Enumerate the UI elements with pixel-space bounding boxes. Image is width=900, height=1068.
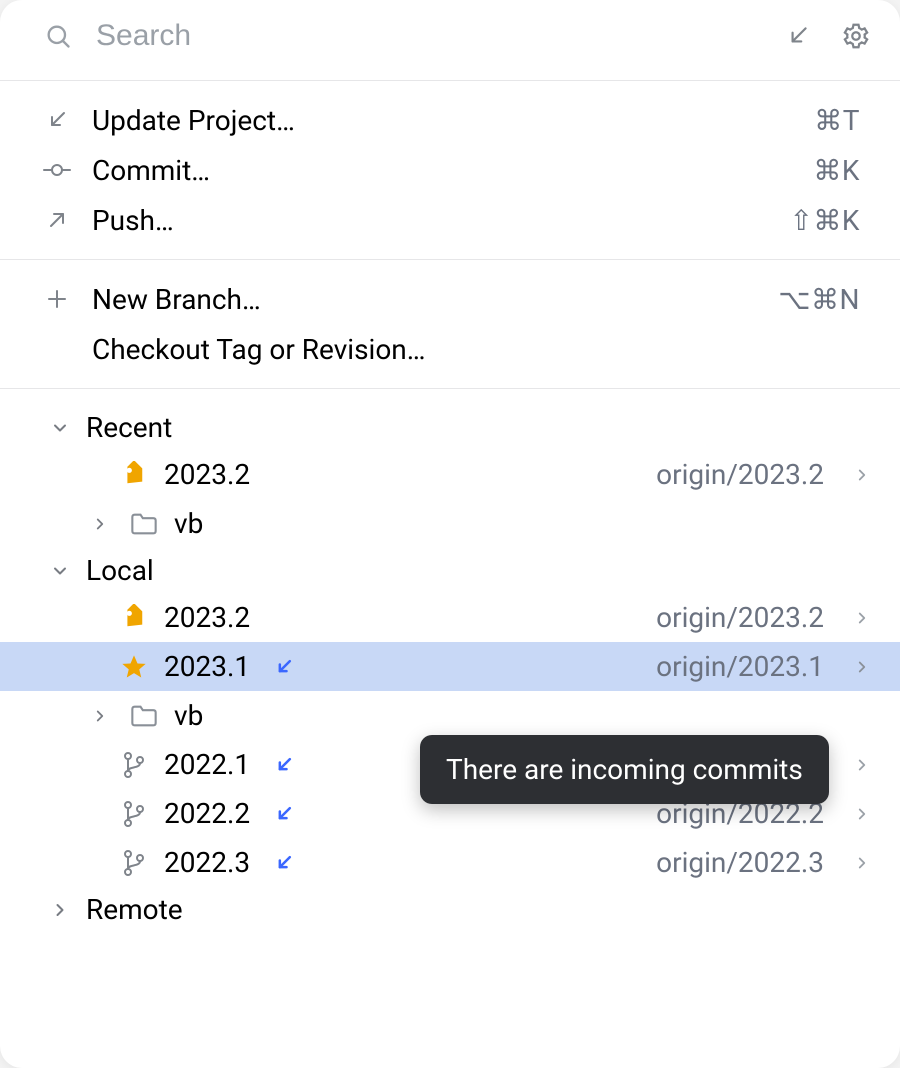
branches-tree: Recent 2023.2 origin/2023.2 vb xyxy=(0,389,900,962)
menu-item-shortcut: ⌘K xyxy=(813,154,860,187)
incoming-arrow-icon xyxy=(270,800,298,828)
update-icon-button[interactable] xyxy=(780,18,816,54)
plus-icon xyxy=(40,282,74,316)
commit-menu-item[interactable]: Commit… ⌘K xyxy=(0,145,900,195)
branch-icon xyxy=(118,798,150,830)
group-remote[interactable]: Remote xyxy=(0,887,900,932)
star-icon xyxy=(118,651,150,683)
branch-icon xyxy=(118,749,150,781)
incoming-arrow-icon xyxy=(270,653,298,681)
tag-icon xyxy=(118,602,150,634)
branch-name: 2022.2 xyxy=(164,797,250,830)
branch-name: 2023.2 xyxy=(164,601,250,634)
chevron-right-icon xyxy=(848,800,876,828)
chevron-right-icon xyxy=(848,461,876,489)
gear-icon-button[interactable] xyxy=(838,18,874,54)
folder-vb[interactable]: vb xyxy=(0,499,900,548)
chevron-right-icon xyxy=(848,653,876,681)
branch-name: 2023.1 xyxy=(164,650,250,683)
chevron-right-icon xyxy=(848,751,876,779)
folder-name: vb xyxy=(174,699,203,732)
folder-icon xyxy=(128,508,160,540)
push-menu-item[interactable]: Push… ⇧⌘K xyxy=(0,195,900,245)
checkout-tag-menu-item[interactable]: Checkout Tag or Revision… xyxy=(0,324,900,374)
chevron-right-icon xyxy=(88,704,112,728)
group-recent[interactable]: Recent xyxy=(0,405,900,450)
group-label: Remote xyxy=(86,893,183,926)
arrow-up-right-icon xyxy=(40,203,74,237)
folder-vb-local[interactable]: vb xyxy=(0,691,900,740)
header xyxy=(0,0,900,80)
branch-item-2023-1[interactable]: 2023.1 origin/2023.1 xyxy=(0,642,900,691)
folder-icon xyxy=(128,700,160,732)
new-branch-menu-item[interactable]: New Branch… ⌥⌘N xyxy=(0,274,900,324)
incoming-arrow-icon xyxy=(270,849,298,877)
vcs-branches-panel: Update Project… ⌘T Commit… ⌘K Push… ⇧⌘K … xyxy=(0,0,900,1068)
folder-name: vb xyxy=(174,507,203,540)
chevron-right-icon xyxy=(848,604,876,632)
menu-item-label: Commit… xyxy=(92,154,795,187)
menu-item-shortcut: ⌘T xyxy=(814,104,860,137)
group-label: Recent xyxy=(86,411,172,444)
update-project-menu-item[interactable]: Update Project… ⌘T xyxy=(0,95,900,145)
chevron-down-icon xyxy=(48,416,72,440)
remote-label: origin/2023.2 xyxy=(656,601,824,634)
chevron-right-icon xyxy=(88,512,112,536)
menu-item-label: Checkout Tag or Revision… xyxy=(92,333,860,366)
incoming-commits-tooltip: There are incoming commits xyxy=(420,735,829,804)
branch-name: 2022.3 xyxy=(164,846,250,879)
chevron-right-icon xyxy=(848,849,876,877)
remote-label: origin/2022.3 xyxy=(656,846,824,879)
commit-icon xyxy=(40,153,74,187)
chevron-down-icon xyxy=(48,559,72,583)
remote-label: origin/2023.2 xyxy=(656,458,824,491)
search-input[interactable] xyxy=(94,18,764,54)
remote-label: origin/2023.1 xyxy=(656,650,824,683)
arrow-down-left-icon xyxy=(40,103,74,137)
vcs-actions-section: Update Project… ⌘T Commit… ⌘K Push… ⇧⌘K xyxy=(0,81,900,259)
group-local[interactable]: Local xyxy=(0,548,900,593)
branch-icon xyxy=(118,847,150,879)
menu-item-label: Push… xyxy=(92,204,771,237)
branch-name: 2023.2 xyxy=(164,458,250,491)
tag-icon xyxy=(118,459,150,491)
menu-item-shortcut: ⇧⌘K xyxy=(789,204,860,237)
branch-actions-section: New Branch… ⌥⌘N Checkout Tag or Revision… xyxy=(0,260,900,388)
branch-name: 2022.1 xyxy=(164,748,250,781)
search-icon xyxy=(40,18,76,54)
header-actions xyxy=(780,18,874,54)
menu-item-label: New Branch… xyxy=(92,283,760,316)
chevron-right-icon xyxy=(48,898,72,922)
branch-item-2023-2[interactable]: 2023.2 origin/2023.2 xyxy=(0,450,900,499)
incoming-arrow-icon xyxy=(270,751,298,779)
menu-item-shortcut: ⌥⌘N xyxy=(778,283,860,316)
menu-item-label: Update Project… xyxy=(92,104,796,137)
branch-item-2023-2-local[interactable]: 2023.2 origin/2023.2 xyxy=(0,593,900,642)
branch-item-2022-3[interactable]: 2022.3 origin/2022.3 xyxy=(0,838,900,887)
search-wrap xyxy=(40,18,764,54)
group-label: Local xyxy=(86,554,154,587)
